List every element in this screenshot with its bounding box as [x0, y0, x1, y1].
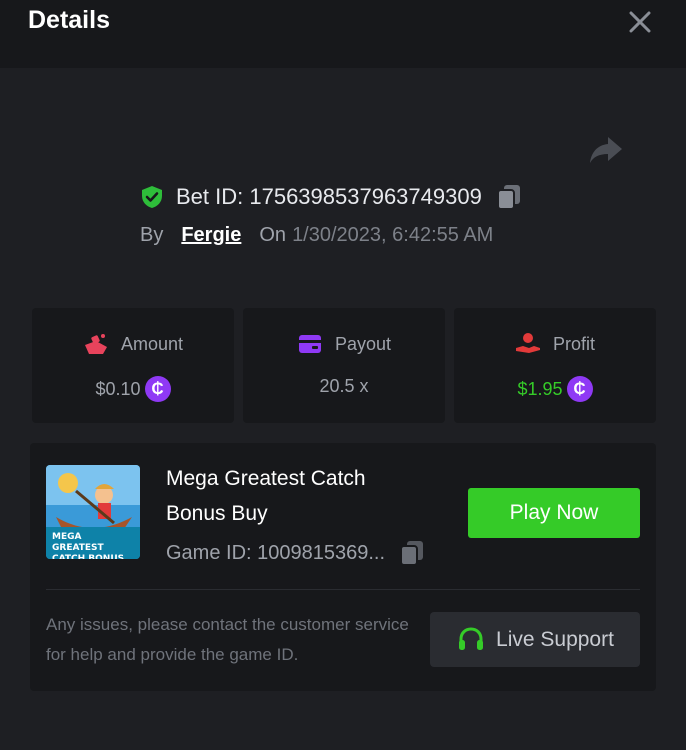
modal-header: Details [0, 0, 686, 68]
bet-id-row: Bet ID: 1756398537963749309 [140, 182, 522, 212]
payout-header: Payout [243, 332, 445, 356]
share-icon[interactable] [588, 134, 624, 166]
wallet-icon [298, 335, 321, 353]
amount-label: Amount [120, 333, 184, 354]
game-id-row: Game ID: 1009815369... [166, 539, 425, 567]
divider [46, 589, 640, 590]
copy-icon[interactable] [496, 183, 522, 211]
headset-icon [459, 626, 484, 650]
live-support-label: Live Support [496, 627, 614, 651]
amount-value: $0.10 [95, 378, 141, 399]
game-card: Mega Greatest Catch Bonus Buy Mega Great… [30, 443, 656, 691]
bet-byline: By Fergie On 1/30/2023, 6:42:55 AM [140, 224, 493, 247]
payout-label: Payout [334, 333, 392, 354]
game-thumb-text: Mega Greatest Catch Bonus Buy [46, 527, 140, 559]
profit-value-row: $1.95 ₵ [454, 376, 656, 402]
live-support-button[interactable]: Live Support [430, 612, 640, 667]
bet-datetime: 1/30/2023, 6:42:55 AM [292, 224, 494, 246]
profit-header: Profit [454, 332, 656, 356]
play-now-button[interactable]: Play Now [468, 488, 640, 538]
amount-card: Amount $0.10 ₵ [32, 308, 234, 423]
coin-icon: ₵ [144, 376, 171, 402]
username-link[interactable]: Fergie [181, 224, 241, 247]
game-thumbnail[interactable]: Mega Greatest Catch Bonus Buy [46, 465, 140, 559]
payout-value-row: 20.5 x [243, 376, 445, 397]
support-message: Any issues, please contact the customer … [46, 615, 409, 664]
profit-value: $1.95 [517, 378, 563, 399]
game-name: Mega Greatest Catch Bonus Buy [166, 467, 366, 525]
bet-id: Bet ID: 1756398537963749309 [176, 184, 482, 209]
copy-icon[interactable] [399, 539, 425, 567]
payout-card: Payout 20.5 x [243, 308, 445, 423]
by-label: By [140, 224, 164, 246]
close-icon[interactable] [626, 8, 654, 36]
page-title: Details [28, 6, 110, 34]
game-id: Game ID: 1009815369... [166, 541, 386, 564]
shield-check-icon [142, 186, 162, 208]
payout-value: 20.5 x [319, 376, 369, 396]
profit-label: Profit [552, 333, 595, 354]
profit-card: Profit $1.95 ₵ [454, 308, 656, 423]
amount-header: Amount [32, 332, 234, 356]
amount-value-row: $0.10 ₵ [32, 376, 234, 402]
on-label: On [259, 224, 287, 246]
coin-icon: ₵ [566, 376, 593, 402]
profit-icon [515, 333, 540, 353]
amount-icon [84, 334, 107, 354]
